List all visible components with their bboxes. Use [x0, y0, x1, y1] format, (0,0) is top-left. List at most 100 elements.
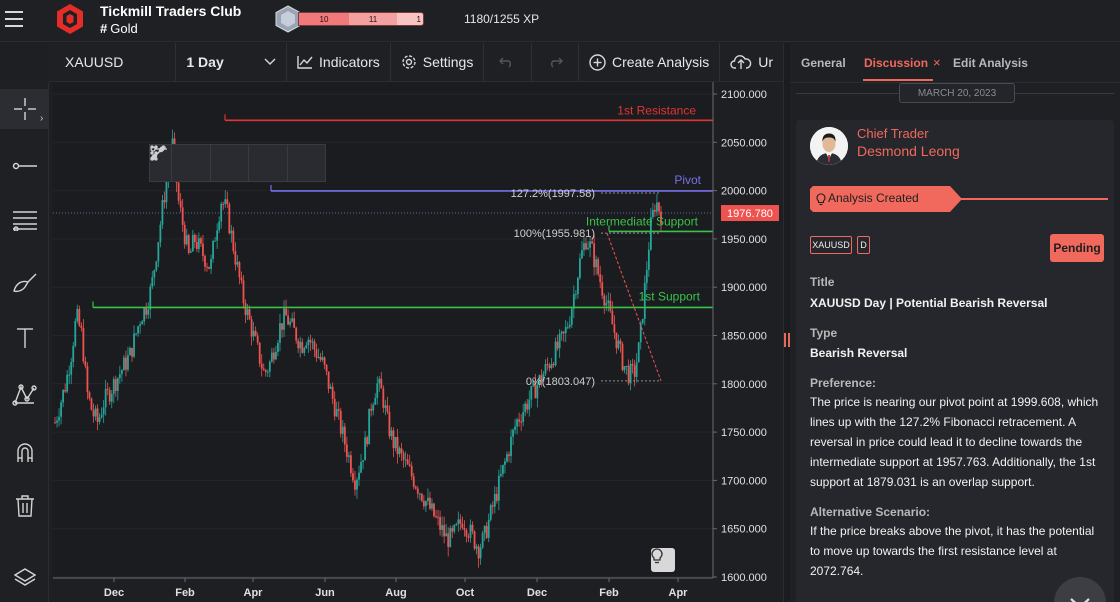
- line-tool-icon: [12, 162, 37, 170]
- preference-label: Preference:: [810, 376, 877, 390]
- author-role: Chief Trader: [857, 126, 929, 141]
- candle-body: [564, 327, 567, 334]
- candle-body: [226, 199, 229, 205]
- candle-body: [325, 364, 328, 372]
- chevron-right-icon[interactable]: ›: [40, 113, 43, 124]
- symbol-selector[interactable]: XAUUSD: [49, 43, 177, 81]
- indicators-button[interactable]: Indicators: [287, 43, 391, 81]
- tab-discussion[interactable]: Discussion: [864, 56, 928, 70]
- brush-tool[interactable]: [0, 262, 49, 302]
- candle-body: [605, 303, 608, 306]
- candle-body: [129, 347, 131, 356]
- candle-body: [297, 340, 300, 349]
- hash-icon: #: [100, 21, 108, 36]
- y-tick-label: 2100.000: [721, 89, 767, 101]
- candle-body: [465, 530, 468, 537]
- close-icon[interactable]: ×: [933, 55, 941, 70]
- layers-tool[interactable]: [0, 558, 49, 598]
- candle-body: [214, 240, 217, 242]
- candle-body: [275, 351, 277, 360]
- candle-body: [455, 523, 458, 526]
- candle-body: [230, 230, 233, 234]
- y-tick-label: 1800.000: [721, 379, 767, 391]
- candle-body: [380, 378, 383, 389]
- active-tab-indicator: [863, 79, 933, 81]
- candle-body: [556, 341, 559, 349]
- author-name[interactable]: Desmond Leong: [857, 143, 960, 159]
- chart-toolbar: XAUUSD 1 Day Indicators Settings Create …: [49, 43, 783, 82]
- lightbulb-button[interactable]: [651, 548, 675, 572]
- trend-line-button[interactable]: [151, 145, 249, 181]
- candle-body: [331, 386, 334, 399]
- tab-general[interactable]: General: [801, 56, 846, 70]
- club-logo: [57, 4, 83, 34]
- candle-body: [287, 315, 289, 325]
- crosshair-tool[interactable]: ›: [0, 89, 49, 129]
- candle-body: [366, 437, 369, 445]
- candle-body: [593, 243, 596, 268]
- candle-body: [358, 472, 360, 480]
- panel-splitter[interactable]: [783, 43, 790, 602]
- candle-body: [347, 455, 350, 457]
- tab-edit-analysis[interactable]: Edit Analysis: [953, 56, 1028, 70]
- candle-body: [264, 370, 267, 372]
- redo-button[interactable]: [532, 43, 579, 81]
- candle-body: [283, 308, 285, 330]
- candle-body: [463, 527, 466, 531]
- candle-body: [471, 524, 474, 532]
- y-tick-label: 1650.000: [721, 524, 767, 536]
- candle-body: [625, 365, 628, 367]
- candle-body: [439, 517, 441, 530]
- candle-body: [315, 349, 318, 358]
- candle-body: [410, 465, 413, 477]
- settings-button[interactable]: Settings: [391, 43, 485, 81]
- candle-body: [141, 321, 144, 325]
- candle-body: [187, 235, 190, 253]
- candle-body: [641, 318, 644, 324]
- menu-icon[interactable]: [5, 11, 23, 27]
- candle-body: [354, 480, 356, 490]
- status-badge[interactable]: Pending: [1050, 234, 1104, 262]
- extended-line-button[interactable]: [150, 145, 326, 181]
- candle-body: [581, 250, 583, 259]
- candle-body: [88, 392, 91, 399]
- text-tool[interactable]: [0, 318, 49, 358]
- chevron-down-icon: [264, 58, 276, 65]
- level-segment: 1: [397, 13, 423, 25]
- candle-body: [473, 531, 476, 549]
- candle-body: [623, 366, 626, 371]
- candle-body: [179, 200, 182, 208]
- create-analysis-button[interactable]: Create Analysis: [579, 43, 721, 81]
- candle-body: [76, 308, 79, 322]
- candle-body: [489, 505, 492, 520]
- candle-body: [165, 179, 168, 203]
- x-tick-label: Aug: [385, 587, 406, 599]
- redo-icon: [550, 57, 563, 68]
- pattern-tool[interactable]: [0, 375, 49, 415]
- interval-selector[interactable]: 1 Day: [176, 43, 288, 81]
- candle-body: [631, 363, 634, 366]
- candle-body: [131, 347, 133, 357]
- avatar[interactable]: [810, 127, 848, 165]
- candle-body: [106, 388, 109, 390]
- segment-button[interactable]: [150, 145, 288, 181]
- candle-body: [277, 342, 279, 352]
- undo-button[interactable]: [484, 43, 532, 81]
- upload-button[interactable]: Ur: [720, 43, 783, 81]
- fib-tool[interactable]: [0, 200, 49, 240]
- candle-body: [343, 426, 346, 445]
- magnet-tool[interactable]: [0, 432, 49, 472]
- level-label: Pivot: [674, 173, 701, 187]
- price-chart[interactable]: 1st Resistance Pivot Intermediate Support 1…: [49, 82, 783, 602]
- candle-body: [485, 525, 488, 538]
- candle-body: [469, 524, 472, 538]
- panel-tabs: General Discussion × Edit Analysis: [790, 43, 1120, 83]
- candle-body: [305, 345, 308, 349]
- undo-icon: [499, 57, 512, 68]
- line-tool[interactable]: [0, 146, 49, 186]
- horizontal-ray-button[interactable]: [150, 145, 211, 181]
- candle-body: [72, 345, 75, 362]
- candle-body: [491, 505, 494, 507]
- delete-tool[interactable]: [0, 486, 49, 526]
- candle-body: [656, 202, 658, 212]
